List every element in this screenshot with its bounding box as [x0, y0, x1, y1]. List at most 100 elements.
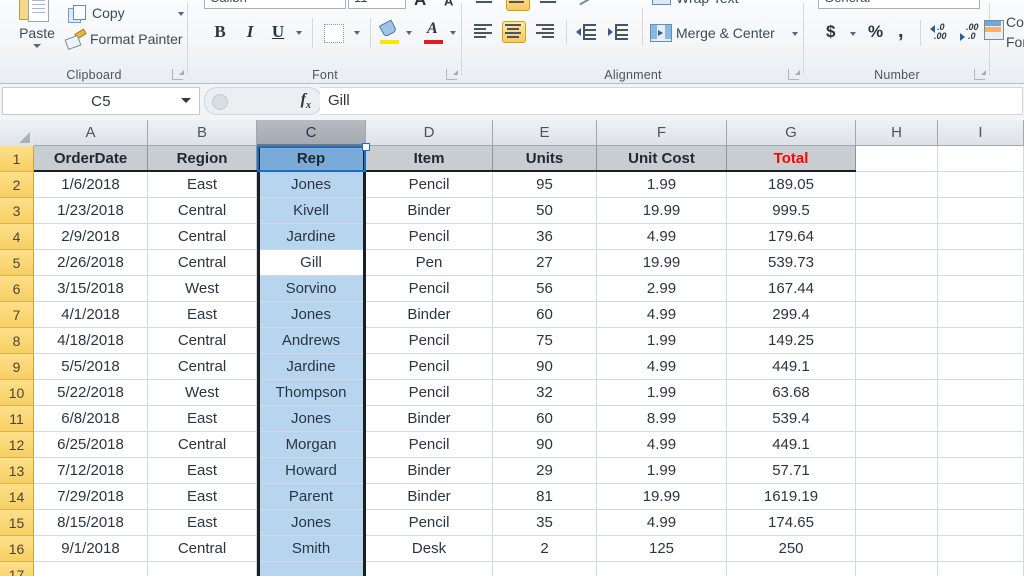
- cell-D11[interactable]: Binder: [366, 406, 493, 432]
- cell-H9[interactable]: [856, 354, 938, 380]
- cell-I2[interactable]: [938, 172, 1024, 198]
- comma-format-button[interactable]: ,: [898, 20, 904, 43]
- cell-A17[interactable]: [34, 562, 148, 576]
- copy-dropdown-caret-icon[interactable]: [178, 12, 184, 16]
- cell-H12[interactable]: [856, 432, 938, 458]
- cell-G13[interactable]: 57.71: [727, 458, 856, 484]
- align-top-icon[interactable]: [474, 0, 496, 10]
- cell-D2[interactable]: Pencil: [366, 172, 493, 198]
- cell-G7[interactable]: 299.4: [727, 302, 856, 328]
- align-right-icon[interactable]: [534, 22, 556, 42]
- header-cell-C1[interactable]: Rep: [257, 146, 366, 172]
- currency-format-button[interactable]: $: [826, 22, 835, 42]
- cell-C4[interactable]: Jardine: [257, 224, 366, 250]
- column-header-c[interactable]: C: [257, 120, 366, 146]
- cell-F9[interactable]: 4.99: [597, 354, 727, 380]
- column-header-f[interactable]: F: [597, 120, 727, 146]
- cell-D8[interactable]: Pencil: [366, 328, 493, 354]
- font-size-input[interactable]: 11: [348, 0, 406, 9]
- name-box[interactable]: C5: [2, 87, 200, 115]
- cell-F14[interactable]: 19.99: [597, 484, 727, 510]
- cell-D4[interactable]: Pencil: [366, 224, 493, 250]
- cell-C17[interactable]: [257, 562, 366, 576]
- wrap-text-icon[interactable]: [652, 0, 671, 5]
- row-header-16[interactable]: 16: [0, 536, 34, 562]
- column-header-d[interactable]: D: [366, 120, 493, 146]
- fill-color-dropdown-caret-icon[interactable]: [406, 31, 412, 35]
- cell-D6[interactable]: Pencil: [366, 276, 493, 302]
- cell-D15[interactable]: Pencil: [366, 510, 493, 536]
- cell-A15[interactable]: 8/15/2018: [34, 510, 148, 536]
- cell-F7[interactable]: 4.99: [597, 302, 727, 328]
- cell-i1[interactable]: [938, 146, 1024, 172]
- cell-E12[interactable]: 90: [493, 432, 597, 458]
- cell-G11[interactable]: 539.4: [727, 406, 856, 432]
- cell-I3[interactable]: [938, 198, 1024, 224]
- header-cell-G1[interactable]: Total: [727, 146, 856, 172]
- cell-A14[interactable]: 7/29/2018: [34, 484, 148, 510]
- cell-B16[interactable]: Central: [148, 536, 257, 562]
- name-box-dropdown-caret-icon[interactable]: [181, 98, 191, 103]
- row-header-15[interactable]: 15: [0, 510, 34, 536]
- cell-F16[interactable]: 125: [597, 536, 727, 562]
- borders-icon[interactable]: [324, 24, 344, 43]
- italic-button[interactable]: I: [238, 20, 262, 44]
- row-header-13[interactable]: 13: [0, 458, 34, 484]
- conditional-formatting-label-line2[interactable]: Forr: [1006, 34, 1024, 50]
- cell-D9[interactable]: Pencil: [366, 354, 493, 380]
- cell-D5[interactable]: Pen: [366, 250, 493, 276]
- row-header-9[interactable]: 9: [0, 354, 34, 380]
- paste-dropdown-caret-icon[interactable]: [33, 44, 41, 48]
- conditional-formatting-label-line1[interactable]: Con: [1006, 14, 1024, 30]
- select-all-corner[interactable]: [0, 120, 35, 147]
- cell-h1[interactable]: [856, 146, 938, 172]
- cell-C11[interactable]: Jones: [257, 406, 366, 432]
- cell-G6[interactable]: 167.44: [727, 276, 856, 302]
- cell-E7[interactable]: 60: [493, 302, 597, 328]
- cell-F4[interactable]: 4.99: [597, 224, 727, 250]
- column-header-e[interactable]: E: [493, 120, 597, 146]
- cell-G4[interactable]: 179.64: [727, 224, 856, 250]
- cell-H6[interactable]: [856, 276, 938, 302]
- alignment-dialog-launcher[interactable]: [788, 69, 799, 80]
- cell-F8[interactable]: 1.99: [597, 328, 727, 354]
- row-header-7[interactable]: 7: [0, 302, 34, 328]
- cell-I6[interactable]: [938, 276, 1024, 302]
- cell-A13[interactable]: 7/12/2018: [34, 458, 148, 484]
- cell-D7[interactable]: Binder: [366, 302, 493, 328]
- bold-button[interactable]: B: [208, 20, 232, 44]
- row-header-2[interactable]: 2: [0, 172, 34, 198]
- cell-I15[interactable]: [938, 510, 1024, 536]
- cell-B6[interactable]: West: [148, 276, 257, 302]
- cell-I17[interactable]: [938, 562, 1024, 576]
- fill-handle[interactable]: [362, 143, 370, 151]
- cell-E11[interactable]: 60: [493, 406, 597, 432]
- cell-E16[interactable]: 2: [493, 536, 597, 562]
- borders-dropdown-caret-icon[interactable]: [354, 31, 360, 35]
- cell-F13[interactable]: 1.99: [597, 458, 727, 484]
- cell-G9[interactable]: 449.1: [727, 354, 856, 380]
- cell-A6[interactable]: 3/15/2018: [34, 276, 148, 302]
- cell-F11[interactable]: 8.99: [597, 406, 727, 432]
- column-header-g[interactable]: G: [727, 120, 856, 146]
- cell-E14[interactable]: 81: [493, 484, 597, 510]
- row-header-11[interactable]: 11: [0, 406, 34, 432]
- increase-font-size-icon[interactable]: A▲: [414, 0, 436, 10]
- cell-C2[interactable]: Jones: [257, 172, 366, 198]
- header-cell-F1[interactable]: Unit Cost: [597, 146, 727, 172]
- increase-indent-icon[interactable]: [608, 23, 628, 41]
- conditional-formatting-icon[interactable]: [984, 20, 1004, 40]
- cell-E15[interactable]: 35: [493, 510, 597, 536]
- cell-C8[interactable]: Andrews: [257, 328, 366, 354]
- formula-input[interactable]: Gill: [320, 87, 1023, 115]
- cell-E2[interactable]: 95: [493, 172, 597, 198]
- cell-B17[interactable]: [148, 562, 257, 576]
- header-cell-D1[interactable]: Item: [366, 146, 493, 172]
- column-header-i[interactable]: I: [938, 120, 1024, 146]
- cell-C12[interactable]: Morgan: [257, 432, 366, 458]
- cell-G8[interactable]: 149.25: [727, 328, 856, 354]
- number-dialog-launcher[interactable]: [974, 69, 985, 80]
- cell-B7[interactable]: East: [148, 302, 257, 328]
- cell-G15[interactable]: 174.65: [727, 510, 856, 536]
- cell-H8[interactable]: [856, 328, 938, 354]
